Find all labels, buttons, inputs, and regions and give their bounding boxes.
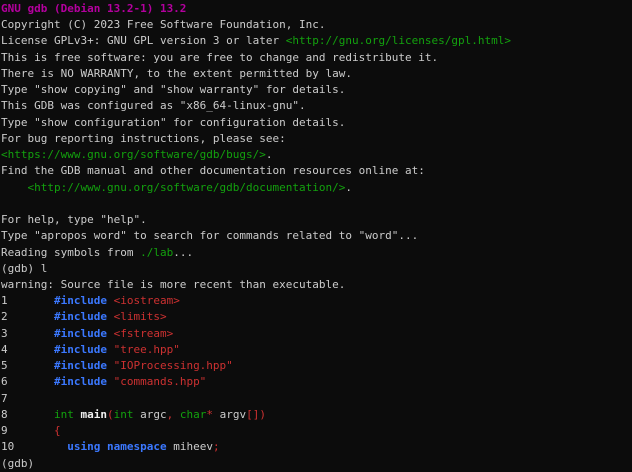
terminal-line: warning: Source file is more recent than…: [1, 277, 632, 293]
text-segment: #include: [54, 359, 107, 372]
terminal-line: For bug reporting instructions, please s…: [1, 131, 632, 147]
terminal-line: This is free software: you are free to c…: [1, 50, 632, 66]
text-segment: 1: [1, 294, 54, 307]
terminal-line: 3 #include <fstream>: [1, 326, 632, 342]
terminal-line: [1, 196, 632, 212]
text-segment: This is free software: you are free to c…: [1, 51, 438, 64]
text-segment: (gdb): [1, 457, 41, 470]
text-segment: GNU gdb (Debian 13.2-1) 13.2: [1, 2, 186, 15]
text-segment: For help, type "help".: [1, 213, 147, 226]
text-segment: [107, 359, 114, 372]
text-segment: #include: [54, 294, 107, 307]
terminal-line: Type "show copying" and "show warranty" …: [1, 82, 632, 98]
text-segment: []): [246, 408, 266, 421]
terminal-line: <http://www.gnu.org/software/gdb/documen…: [1, 180, 632, 196]
text-segment: [100, 440, 107, 453]
text-segment: "IOProcessing.hpp": [114, 359, 233, 372]
terminal-line: (gdb): [1, 456, 632, 472]
terminal-line: For help, type "help".: [1, 212, 632, 228]
text-segment: int: [114, 408, 134, 421]
text-segment: namespace: [107, 440, 167, 453]
text-segment: <limits>: [114, 310, 167, 323]
text-segment: Type "show configuration" for configurat…: [1, 116, 345, 129]
terminal-line: Type "show configuration" for configurat…: [1, 115, 632, 131]
text-segment: #include: [54, 327, 107, 340]
text-segment: 4: [1, 343, 54, 356]
text-segment: warning: Source file is more recent than…: [1, 278, 345, 291]
terminal-line: 8 int main(int argc, char* argv[]): [1, 407, 632, 423]
text-segment: (gdb) l: [1, 262, 47, 275]
text-segment: <iostream>: [114, 294, 180, 307]
text-segment: [173, 408, 180, 421]
text-segment: .: [345, 181, 352, 194]
terminal-line: <https://www.gnu.org/software/gdb/bugs/>…: [1, 147, 632, 163]
terminal-line: 9 {: [1, 423, 632, 439]
text-segment: License GPLv3+: GNU GPL version 3 or lat…: [1, 34, 286, 47]
text-segment: There is NO WARRANTY, to the extent perm…: [1, 67, 352, 80]
text-segment: 7: [1, 392, 8, 405]
terminal-line: Find the GDB manual and other documentat…: [1, 163, 632, 179]
text-segment: (: [107, 408, 114, 421]
text-segment: miheev: [167, 440, 213, 453]
text-segment: [107, 327, 114, 340]
text-segment: 6: [1, 375, 54, 388]
text-segment: [1, 181, 28, 194]
terminal-line: Reading symbols from ./lab...: [1, 245, 632, 261]
text-segment: 10: [1, 440, 67, 453]
text-segment: char: [180, 408, 207, 421]
terminal-line: (gdb) l: [1, 261, 632, 277]
terminal-line: This GDB was configured as "x86_64-linux…: [1, 98, 632, 114]
text-segment: [107, 343, 114, 356]
terminal-line: There is NO WARRANTY, to the extent perm…: [1, 66, 632, 82]
gdb-terminal[interactable]: GNU gdb (Debian 13.2-1) 13.2 Copyright (C…: [0, 0, 632, 471]
text-segment: <https://www.gnu.org/software/gdb/bugs/>: [1, 148, 266, 161]
text-segment: int: [54, 408, 74, 421]
text-segment: #include: [54, 375, 107, 388]
text-segment: Find the GDB manual and other documentat…: [1, 164, 425, 177]
terminal-line: 7: [1, 391, 632, 407]
terminal-line: License GPLv3+: GNU GPL version 3 or lat…: [1, 33, 632, 49]
text-segment: 9: [1, 424, 54, 437]
text-segment: ;: [213, 440, 220, 453]
text-segment: 2: [1, 310, 54, 323]
text-segment: #include: [54, 343, 107, 356]
text-segment: main: [80, 408, 107, 421]
text-segment: {: [54, 424, 61, 437]
text-segment: argv: [213, 408, 246, 421]
text-segment: Reading symbols from: [1, 246, 140, 259]
text-segment: Type "show copying" and "show warranty" …: [1, 83, 345, 96]
text-segment: 3: [1, 327, 54, 340]
text-segment: #include: [54, 310, 107, 323]
text-segment: [107, 375, 114, 388]
text-segment: Type "apropos word" to search for comman…: [1, 229, 418, 242]
text-segment: *: [206, 408, 213, 421]
text-segment: <http://www.gnu.org/software/gdb/documen…: [28, 181, 346, 194]
text-segment: [107, 310, 114, 323]
text-segment: .: [266, 148, 273, 161]
terminal-line: GNU gdb (Debian 13.2-1) 13.2: [1, 1, 632, 17]
text-segment: 8: [1, 408, 54, 421]
text-segment: For bug reporting instructions, please s…: [1, 132, 286, 145]
terminal-line: Copyright (C) 2023 Free Software Foundat…: [1, 17, 632, 33]
terminal-line: 6 #include "commands.hpp": [1, 374, 632, 390]
text-segment: using: [67, 440, 100, 453]
terminal-line: 5 #include "IOProcessing.hpp": [1, 358, 632, 374]
terminal-line: 2 #include <limits>: [1, 309, 632, 325]
text-segment: ./lab: [140, 246, 173, 259]
text-segment: <fstream>: [114, 327, 174, 340]
text-segment: argc: [133, 408, 166, 421]
text-segment: <http://gnu.org/licenses/gpl.html>: [286, 34, 511, 47]
terminal-line: 10 using namespace miheev;: [1, 439, 632, 455]
text-segment: "commands.hpp": [114, 375, 207, 388]
text-segment: "tree.hpp": [114, 343, 180, 356]
terminal-line: Type "apropos word" to search for comman…: [1, 228, 632, 244]
text-segment: Copyright (C) 2023 Free Software Foundat…: [1, 18, 326, 31]
text-segment: [107, 294, 114, 307]
text-segment: This GDB was configured as "x86_64-linux…: [1, 99, 306, 112]
text-segment: 5: [1, 359, 54, 372]
text-segment: ...: [173, 246, 193, 259]
terminal-line: 1 #include <iostream>: [1, 293, 632, 309]
terminal-line: 4 #include "tree.hpp": [1, 342, 632, 358]
